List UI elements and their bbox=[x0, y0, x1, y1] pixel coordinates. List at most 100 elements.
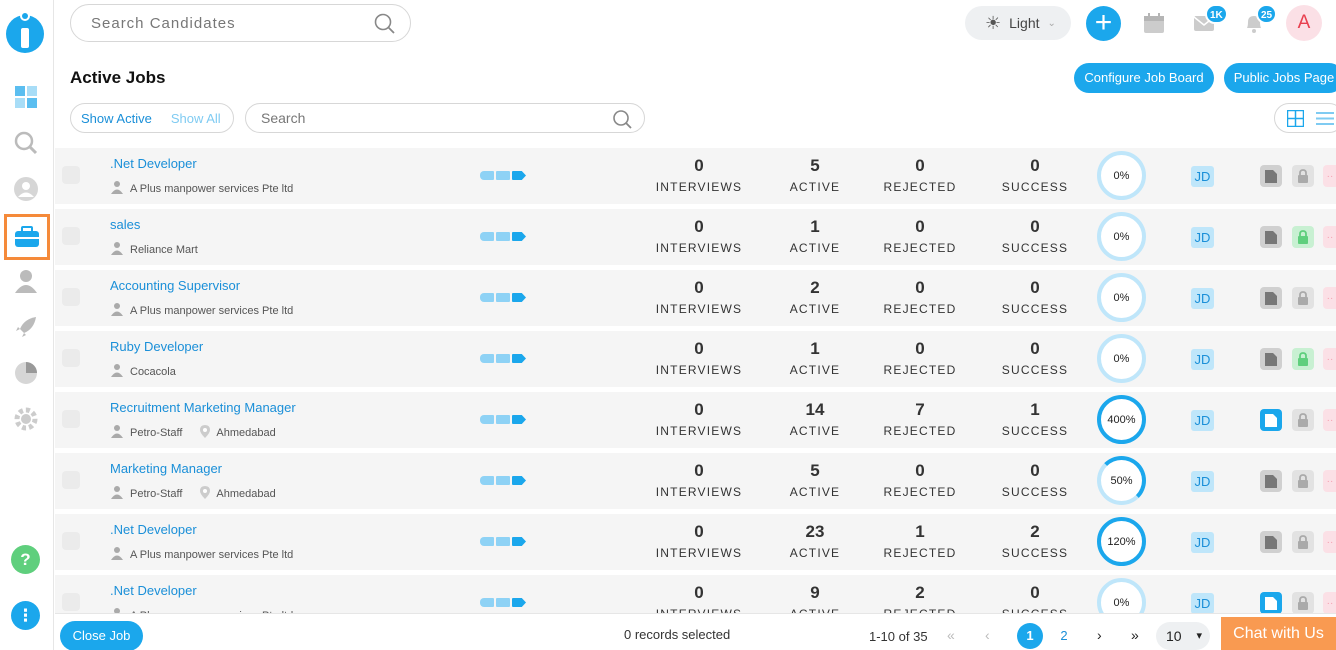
stat-interviews[interactable]: 0INTERVIEWS bbox=[644, 278, 754, 316]
stat-interviews[interactable]: 0INTERVIEWS bbox=[644, 461, 754, 499]
stat-rejected[interactable]: 0 REJECTED bbox=[865, 217, 975, 255]
stat-rejected[interactable]: 0 REJECTED bbox=[865, 339, 975, 377]
pipeline-stages[interactable] bbox=[480, 537, 526, 546]
configure-job-board-button[interactable]: Configure Job Board bbox=[1074, 63, 1214, 93]
lock-icon[interactable] bbox=[1292, 287, 1314, 309]
add-button[interactable]: + bbox=[1086, 6, 1121, 41]
stat-success[interactable]: 1 SUCCESS bbox=[980, 400, 1090, 438]
users-icon[interactable] bbox=[11, 266, 41, 296]
file-icon[interactable] bbox=[1260, 592, 1282, 613]
stat-rejected[interactable]: 0 REJECTED bbox=[865, 156, 975, 194]
file-icon[interactable] bbox=[1260, 348, 1282, 370]
pipeline-stages[interactable] bbox=[480, 293, 526, 302]
first-page-icon[interactable]: « bbox=[947, 627, 955, 643]
more-icon[interactable]: ⋮ bbox=[11, 601, 40, 630]
job-title-link[interactable]: sales bbox=[110, 217, 140, 232]
stat-active[interactable]: 23 ACTIVE bbox=[760, 522, 870, 560]
theme-toggle[interactable]: ☀ Light ⌄ bbox=[965, 6, 1071, 40]
job-title-link[interactable]: Accounting Supervisor bbox=[110, 278, 240, 293]
stat-active[interactable]: 1 ACTIVE bbox=[760, 339, 870, 377]
last-page-icon[interactable]: » bbox=[1131, 627, 1139, 643]
grid-view-icon[interactable] bbox=[1286, 109, 1305, 132]
show-all-toggle[interactable]: Show All bbox=[152, 111, 221, 126]
list-view-icon[interactable] bbox=[1316, 112, 1334, 130]
stat-success[interactable]: 0SUCCESS bbox=[980, 278, 1090, 316]
stat-active[interactable]: 9ACTIVE bbox=[760, 583, 870, 613]
dashboard-icon[interactable] bbox=[11, 82, 41, 112]
file-icon[interactable] bbox=[1260, 287, 1282, 309]
more-actions-icon[interactable]: ·· bbox=[1323, 470, 1336, 492]
row-checkbox[interactable] bbox=[62, 410, 80, 428]
lock-icon[interactable] bbox=[1292, 531, 1314, 553]
more-actions-icon[interactable]: ·· bbox=[1323, 531, 1336, 553]
avatar[interactable]: A bbox=[1286, 5, 1322, 41]
stat-active[interactable]: 1 ACTIVE bbox=[760, 217, 870, 255]
job-title-link[interactable]: .Net Developer bbox=[110, 583, 197, 598]
stat-success[interactable]: 0SUCCESS bbox=[980, 583, 1090, 613]
job-title-link[interactable]: Recruitment Marketing Manager bbox=[110, 400, 296, 415]
lock-icon[interactable] bbox=[1292, 470, 1314, 492]
stat-interviews[interactable]: 0INTERVIEWS bbox=[644, 583, 754, 613]
chat-with-us-button[interactable]: Chat with Us bbox=[1221, 617, 1336, 650]
page-2-button[interactable]: 2 bbox=[1051, 623, 1077, 649]
public-jobs-page-button[interactable]: Public Jobs Page bbox=[1224, 63, 1336, 93]
rocket-icon[interactable] bbox=[11, 312, 41, 342]
pipeline-stages[interactable] bbox=[480, 476, 526, 485]
file-icon[interactable] bbox=[1260, 531, 1282, 553]
pipeline-stages[interactable] bbox=[480, 415, 526, 424]
file-icon[interactable] bbox=[1260, 165, 1282, 187]
jd-button[interactable]: JD bbox=[1191, 349, 1214, 370]
next-page-icon[interactable]: › bbox=[1097, 627, 1102, 643]
jd-button[interactable]: JD bbox=[1191, 410, 1214, 431]
stat-rejected[interactable]: 2REJECTED bbox=[865, 583, 975, 613]
jd-button[interactable]: JD bbox=[1191, 593, 1214, 613]
jd-button[interactable]: JD bbox=[1191, 532, 1214, 553]
calendar-icon[interactable] bbox=[1143, 12, 1165, 34]
stat-rejected[interactable]: 7 REJECTED bbox=[865, 400, 975, 438]
stat-interviews[interactable]: 0INTERVIEWS bbox=[644, 522, 754, 560]
stat-active[interactable]: 5 ACTIVE bbox=[760, 156, 870, 194]
stat-active[interactable]: 14 ACTIVE bbox=[760, 400, 870, 438]
job-title-link[interactable]: .Net Developer bbox=[110, 156, 197, 171]
candidates-icon[interactable] bbox=[11, 174, 41, 204]
jd-button[interactable]: JD bbox=[1191, 288, 1214, 309]
help-icon[interactable]: ? bbox=[11, 545, 40, 574]
stat-success[interactable]: 0SUCCESS bbox=[980, 339, 1090, 377]
row-checkbox[interactable] bbox=[62, 349, 80, 367]
lock-icon[interactable] bbox=[1292, 165, 1314, 187]
more-actions-icon[interactable]: ·· bbox=[1323, 165, 1336, 187]
page-1-button[interactable]: 1 bbox=[1017, 623, 1043, 649]
stat-rejected[interactable]: 0 REJECTED bbox=[865, 278, 975, 316]
row-checkbox[interactable] bbox=[62, 593, 80, 611]
row-checkbox[interactable] bbox=[62, 471, 80, 489]
stat-interviews[interactable]: 0INTERVIEWS bbox=[644, 217, 754, 255]
lock-icon[interactable] bbox=[1292, 592, 1314, 613]
pipeline-stages[interactable] bbox=[480, 354, 526, 363]
jobs-icon[interactable] bbox=[4, 214, 50, 260]
more-actions-icon[interactable]: ·· bbox=[1323, 226, 1336, 248]
more-actions-icon[interactable]: ·· bbox=[1323, 409, 1336, 431]
search-icon[interactable] bbox=[11, 128, 41, 158]
row-checkbox[interactable] bbox=[62, 532, 80, 550]
pipeline-stages[interactable] bbox=[480, 232, 526, 241]
settings-icon[interactable] bbox=[11, 404, 41, 434]
file-icon[interactable] bbox=[1260, 409, 1282, 431]
file-icon[interactable] bbox=[1260, 226, 1282, 248]
row-checkbox[interactable] bbox=[62, 288, 80, 306]
more-actions-icon[interactable]: ·· bbox=[1323, 348, 1336, 370]
app-logo[interactable] bbox=[5, 6, 45, 54]
job-title-link[interactable]: Ruby Developer bbox=[110, 339, 203, 354]
stat-rejected[interactable]: 1 REJECTED bbox=[865, 522, 975, 560]
stat-interviews[interactable]: 0INTERVIEWS bbox=[644, 400, 754, 438]
lock-icon[interactable] bbox=[1292, 409, 1314, 431]
row-checkbox[interactable] bbox=[62, 227, 80, 245]
jd-button[interactable]: JD bbox=[1191, 227, 1214, 248]
stat-active[interactable]: 5 ACTIVE bbox=[760, 461, 870, 499]
more-actions-icon[interactable]: ·· bbox=[1323, 592, 1336, 613]
reports-icon[interactable] bbox=[11, 358, 41, 388]
file-icon[interactable] bbox=[1260, 470, 1282, 492]
stat-success[interactable]: 0SUCCESS bbox=[980, 217, 1090, 255]
more-actions-icon[interactable]: ·· bbox=[1323, 287, 1336, 309]
stat-success[interactable]: 0SUCCESS bbox=[980, 156, 1090, 194]
stat-active[interactable]: 2 ACTIVE bbox=[760, 278, 870, 316]
